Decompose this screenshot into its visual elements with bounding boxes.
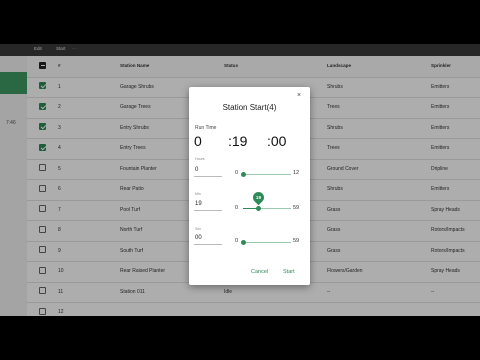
seconds-underline xyxy=(194,244,222,245)
minutes-bubble-label: 19 xyxy=(255,195,262,200)
app-window: Edit Start — 7:46 # Station Name Status … xyxy=(0,44,480,316)
letterbox-top xyxy=(0,0,480,44)
hours-input[interactable]: 0 xyxy=(195,167,198,173)
run-time-hours: 0 xyxy=(194,133,202,149)
seconds-slider-thumb[interactable] xyxy=(240,240,246,245)
seconds-label: Sec xyxy=(195,227,202,231)
minutes-underline xyxy=(194,210,222,211)
run-time-seconds: :00 xyxy=(267,133,287,149)
letterbox-bottom xyxy=(0,316,480,360)
minutes-slider-thumb[interactable] xyxy=(255,206,261,211)
hours-min: 0 xyxy=(235,170,239,176)
dialog-title: Station Start(4) xyxy=(222,103,277,112)
start-button[interactable]: Start xyxy=(283,269,295,275)
hours-max: 12 xyxy=(293,170,300,176)
hours-slider-thumb[interactable] xyxy=(240,172,246,177)
minutes-input[interactable]: 19 xyxy=(195,201,202,207)
hours-underline xyxy=(194,176,222,177)
minutes-min: 0 xyxy=(235,205,239,211)
run-time-label: Run Time xyxy=(195,125,217,131)
seconds-max: 59 xyxy=(293,238,300,244)
minutes-label: Min xyxy=(195,192,201,196)
seconds-slider-track[interactable] xyxy=(243,242,291,243)
station-start-dialog: Station Start(4) × Run Time 0 :19 :00 Ho… xyxy=(189,87,310,285)
cancel-button[interactable]: Cancel xyxy=(251,269,268,275)
seconds-input[interactable]: 00 xyxy=(195,235,202,241)
minutes-max: 59 xyxy=(293,205,300,211)
hours-slider-track[interactable] xyxy=(243,174,291,175)
hours-label: Hours xyxy=(195,157,205,161)
seconds-min: 0 xyxy=(235,238,239,244)
close-icon[interactable]: × xyxy=(297,92,301,99)
run-time-minutes: :19 xyxy=(228,133,248,149)
